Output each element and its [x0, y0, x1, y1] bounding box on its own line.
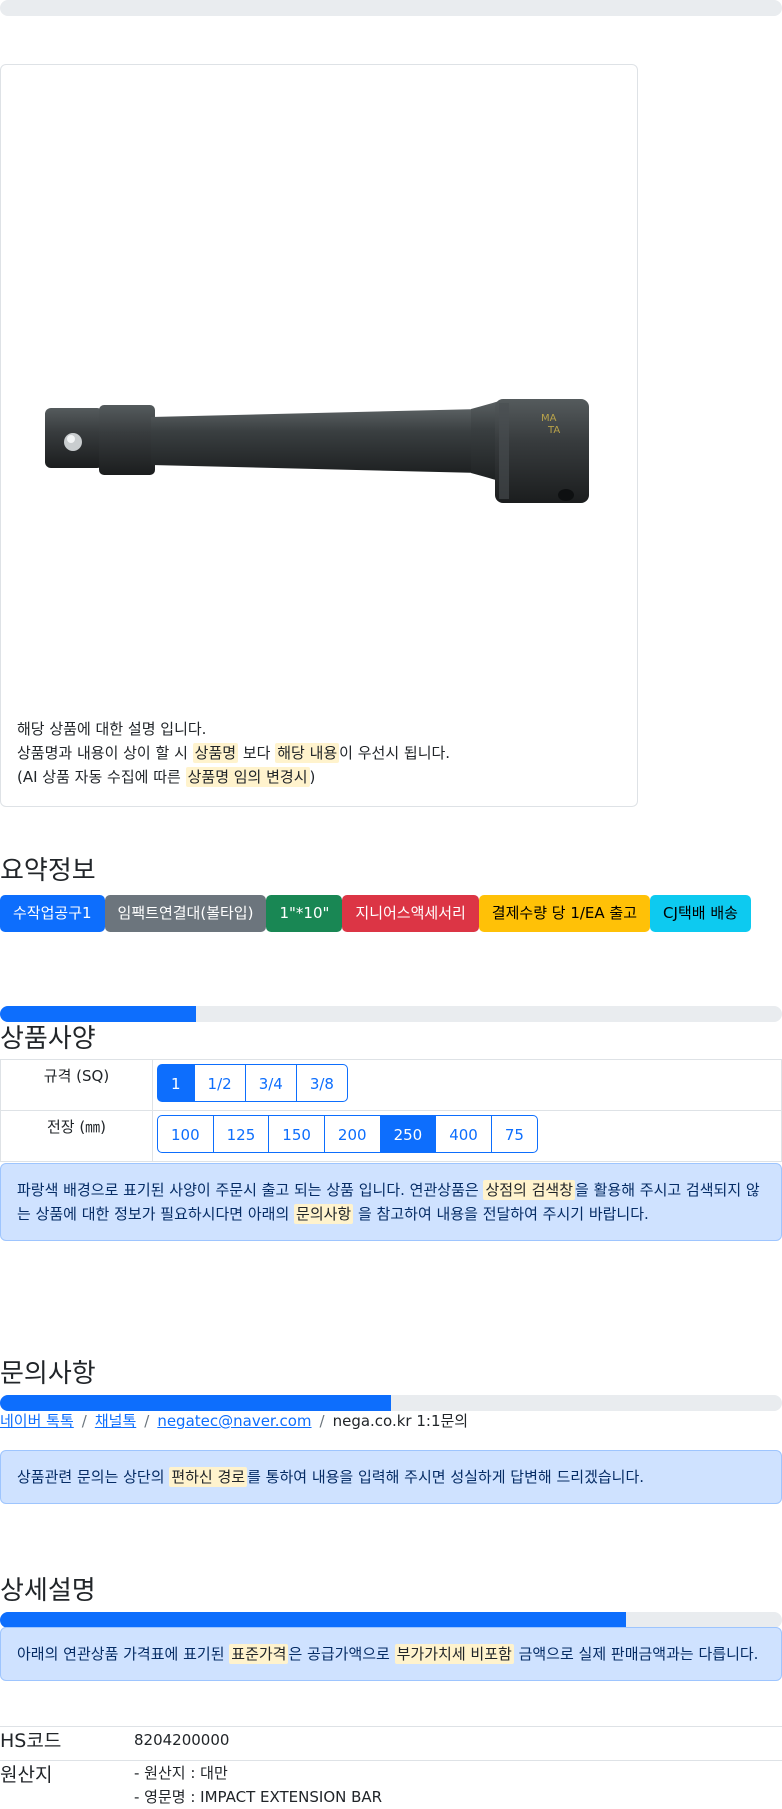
detail-progress-bar: [0, 1612, 782, 1628]
spec-label-size: 규격 (SQ): [0, 1059, 153, 1111]
description-text: (AI 상품 자동 수집에 따른: [17, 768, 186, 786]
spec-options-size: 1 1/2 3/4 3/8: [152, 1059, 782, 1111]
hs-code-value: 8204200000: [134, 1731, 230, 1749]
option-length-250[interactable]: 250: [379, 1115, 437, 1153]
specs-notice: 파랑색 배경으로 표기된 사양이 주문시 출고 되는 상품 입니다. 연관상품은…: [0, 1163, 782, 1241]
origin-values: - 원산지 : 대만 - 영문명 : IMPACT EXTENSION BAR: [134, 1761, 382, 1809]
option-size-1-2[interactable]: 1/2: [193, 1064, 246, 1102]
notice-text: 을 참고하여 내용을 전달하여 주시기 바랍니다.: [353, 1205, 649, 1223]
summary-badges: 수작업공구1 임팩트연결대(볼타입) 1"*10" 지니어스액세서리 결제수량 …: [0, 895, 751, 932]
product-description: 해당 상품에 대한 설명 입니다. 상품명과 내용이 상이 할 시 상품명 보다…: [17, 717, 450, 789]
option-length-125[interactable]: 125: [212, 1115, 270, 1153]
detail-notice: 아래의 연관상품 가격표에 표기된 표준가격 은 공급가액으로 부가가치세 비포함…: [0, 1627, 782, 1681]
product-image: MA TA: [45, 399, 589, 503]
svg-text:TA: TA: [547, 425, 560, 436]
highlight-name-change: 상품명 임의 변경시: [185, 767, 310, 787]
spec-table: 규격 (SQ) 1 1/2 3/4 3/8 전장 (㎜) 100 125 150…: [0, 1059, 782, 1162]
notice-text: 은 공급가액으로: [288, 1645, 395, 1663]
option-size-3-4[interactable]: 3/4: [244, 1064, 297, 1102]
highlight-inquiry: 문의사항: [294, 1204, 354, 1224]
top-progress-bar: [0, 0, 782, 16]
option-length-150[interactable]: 150: [268, 1115, 325, 1153]
link-separator: /: [81, 1412, 87, 1430]
specs-progress-bar: [0, 1006, 782, 1022]
divider: [0, 1726, 782, 1727]
notice-text: 파랑색 배경으로 표기된 사양이 주문시 출고 되는 상품 입니다. 연관상품은: [17, 1181, 484, 1199]
highlight-search: 상점의 검색창: [483, 1180, 576, 1200]
description-line-2: 상품명과 내용이 상이 할 시 상품명 보다 해당 내용 이 우선시 됩니다.: [17, 741, 450, 765]
spec-options-length: 100 125 150 200 250 400 75: [152, 1110, 782, 1162]
inquiry-progress-bar: [0, 1395, 782, 1411]
naver-talk-link[interactable]: 네이버 톡톡: [0, 1412, 74, 1430]
notice-text: 를 통하여 내용을 입력해 주시면 성실하게 답변해 드리겠습니다.: [247, 1468, 645, 1486]
origin-country: - 원산지 : 대만: [134, 1764, 228, 1782]
highlight-vat-excluded: 부가가치세 비포함: [394, 1644, 514, 1664]
divider: [0, 1760, 782, 1761]
description-text: 이 우선시 됩니다.: [339, 744, 451, 762]
inquiry-links: 네이버 톡톡 / 채널톡 / negatec@naver.com / nega.co.kr …: [0, 1410, 468, 1431]
spec-row-size: 규격 (SQ) 1 1/2 3/4 3/8: [0, 1059, 782, 1111]
highlight-content: 해당 내용: [275, 743, 340, 763]
badge-brand: 지니어스액세서리: [342, 895, 479, 932]
description-text: ): [309, 768, 316, 786]
option-length-200[interactable]: 200: [323, 1115, 381, 1153]
summary-heading: 요약정보: [0, 856, 96, 886]
site-inquiry-text: nega.co.kr 1:1문의: [332, 1412, 469, 1430]
spec-label-length: 전장 (㎜): [0, 1110, 153, 1162]
badge-quantity: 결제수량 당 1/EA 출고: [478, 895, 651, 932]
link-separator: /: [144, 1412, 150, 1430]
description-line-3: (AI 상품 자동 수집에 따른 상품명 임의 변경시): [17, 765, 450, 789]
highlight-product-name: 상품명: [192, 743, 239, 763]
description-text: 보다: [238, 744, 276, 762]
badge-shipping: CJ택배 배송: [650, 895, 751, 932]
email-link[interactable]: negatec@naver.com: [157, 1412, 311, 1430]
highlight-route: 편하신 경로: [169, 1467, 248, 1487]
notice-text: 아래의 연관상품 가격표에 표기된: [17, 1645, 230, 1663]
specs-heading: 상품사양: [0, 1024, 96, 1054]
hs-code-label: HS코드: [0, 1730, 62, 1752]
channel-talk-link[interactable]: 채널톡: [95, 1412, 136, 1430]
origin-label: 원산지: [0, 1764, 53, 1786]
option-length-400[interactable]: 400: [435, 1115, 492, 1153]
notice-text: 상품관련 문의는 상단의: [17, 1468, 170, 1486]
product-card: MA TA 해당 상품에 대한 설명 입니다. 상품명과 내용이 상이 할 시 …: [0, 64, 638, 807]
inquiry-heading: 문의사항: [0, 1359, 96, 1389]
badge-size: 1"*10": [266, 895, 343, 932]
origin-english-name: - 영문명 : IMPACT EXTENSION BAR: [134, 1788, 383, 1806]
description-line-1: 해당 상품에 대한 설명 입니다.: [17, 720, 207, 738]
inquiry-notice: 상품관련 문의는 상단의 편하신 경로 를 통하여 내용을 입력해 주시면 성실하…: [0, 1450, 782, 1504]
option-size-1[interactable]: 1: [157, 1064, 195, 1102]
spec-row-length: 전장 (㎜) 100 125 150 200 250 400 75: [0, 1110, 782, 1162]
option-length-100[interactable]: 100: [157, 1115, 214, 1153]
badge-category: 수작업공구1: [0, 895, 105, 932]
option-size-3-8[interactable]: 3/8: [295, 1064, 348, 1102]
description-text: 상품명과 내용이 상이 할 시: [17, 744, 193, 762]
option-length-75[interactable]: 75: [490, 1115, 538, 1153]
detail-heading: 상세설명: [0, 1576, 96, 1606]
notice-text: 금액으로 실제 판매금액과는 다릅니다.: [513, 1645, 759, 1663]
svg-text:MA: MA: [541, 413, 557, 424]
link-separator: /: [319, 1412, 325, 1430]
badge-product-type: 임팩트연결대(볼타입): [104, 895, 267, 932]
highlight-standard-price: 표준가격: [229, 1644, 289, 1664]
